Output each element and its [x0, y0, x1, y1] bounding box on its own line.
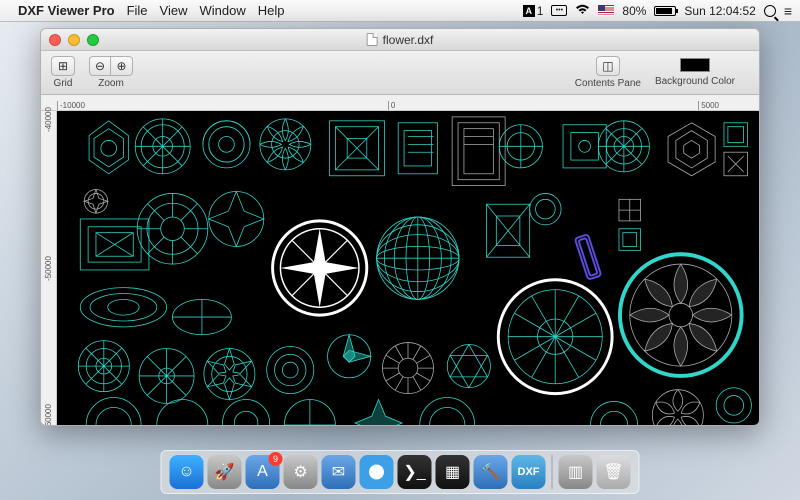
dock-safari-icon[interactable]: ✦: [360, 455, 394, 489]
system-menubar: DXF Viewer Pro File View Window Help A1 …: [0, 0, 800, 22]
app-window: flower.dxf ⊞ Grid ⊖ ⊕ Zoom ◫ Contents Pa…: [40, 28, 760, 426]
zoom-out-icon[interactable]: ⊖: [89, 56, 111, 76]
contents-pane-label: Contents Pane: [575, 78, 641, 89]
cad-drawing: [57, 111, 759, 425]
dock-folder-icon[interactable]: ▥: [559, 455, 593, 489]
text-input-icon[interactable]: •••: [551, 5, 567, 16]
grid-label: Grid: [54, 78, 73, 89]
document-icon: [367, 33, 378, 46]
battery-percent: 80%: [622, 4, 646, 18]
menu-window[interactable]: Window: [199, 3, 245, 18]
zoom-label: Zoom: [98, 78, 124, 89]
document-title: flower.dxf: [383, 33, 434, 47]
dock-activity-icon[interactable]: ▦: [436, 455, 470, 489]
dock-xcode-icon[interactable]: 🔨: [474, 455, 508, 489]
zoom-button[interactable]: [87, 34, 99, 46]
toolbar: ⊞ Grid ⊖ ⊕ Zoom ◫ Contents Pane Backgrou…: [41, 51, 759, 95]
dock-trash-icon[interactable]: 🗑: [597, 455, 631, 489]
contents-pane-button[interactable]: ◫ Contents Pane: [575, 56, 641, 89]
zoom-in-icon[interactable]: ⊕: [111, 56, 133, 76]
dxf-canvas[interactable]: [57, 111, 759, 425]
menu-help[interactable]: Help: [258, 3, 285, 18]
close-button[interactable]: [49, 34, 61, 46]
background-color-button[interactable]: Background Color: [655, 58, 735, 87]
grid-button[interactable]: ⊞ Grid: [51, 56, 75, 89]
titlebar[interactable]: flower.dxf: [41, 29, 759, 51]
grid-icon: ⊞: [51, 56, 75, 76]
dock-mail-icon[interactable]: ✉: [322, 455, 356, 489]
vertical-ruler: -40000 -50000 -60000: [41, 111, 57, 425]
background-swatch-icon: [680, 58, 710, 72]
dock-settings-icon[interactable]: ⚙: [284, 455, 318, 489]
dock-launchpad-icon[interactable]: 🚀: [208, 455, 242, 489]
wifi-icon[interactable]: [575, 4, 590, 18]
dock-dxf-icon[interactable]: DXF: [512, 455, 546, 489]
battery-icon[interactable]: [654, 6, 676, 16]
horizontal-ruler: -10000 0 5000: [41, 95, 759, 111]
contents-pane-icon: ◫: [596, 56, 620, 76]
adobe-status-icon[interactable]: A1: [523, 4, 544, 18]
dock: ☺ 🚀 A9 ⚙ ✉ ✦ ❯_ ▦ 🔨 DXF ▥ 🗑: [161, 450, 640, 494]
spotlight-icon[interactable]: [764, 5, 776, 17]
background-color-label: Background Color: [655, 76, 735, 87]
dock-appstore-icon[interactable]: A9: [246, 455, 280, 489]
appstore-badge: 9: [269, 452, 283, 466]
notification-center-icon[interactable]: ≡: [784, 3, 792, 19]
dock-finder-icon[interactable]: ☺: [170, 455, 204, 489]
minimize-button[interactable]: [68, 34, 80, 46]
app-name[interactable]: DXF Viewer Pro: [18, 3, 115, 18]
dock-separator: [552, 455, 553, 489]
clock[interactable]: Sun 12:04:52: [684, 4, 755, 18]
input-flag-icon[interactable]: [598, 5, 614, 16]
zoom-buttons[interactable]: ⊖ ⊕ Zoom: [89, 56, 133, 89]
menu-view[interactable]: View: [160, 3, 188, 18]
menu-file[interactable]: File: [127, 3, 148, 18]
dock-terminal-icon[interactable]: ❯_: [398, 455, 432, 489]
